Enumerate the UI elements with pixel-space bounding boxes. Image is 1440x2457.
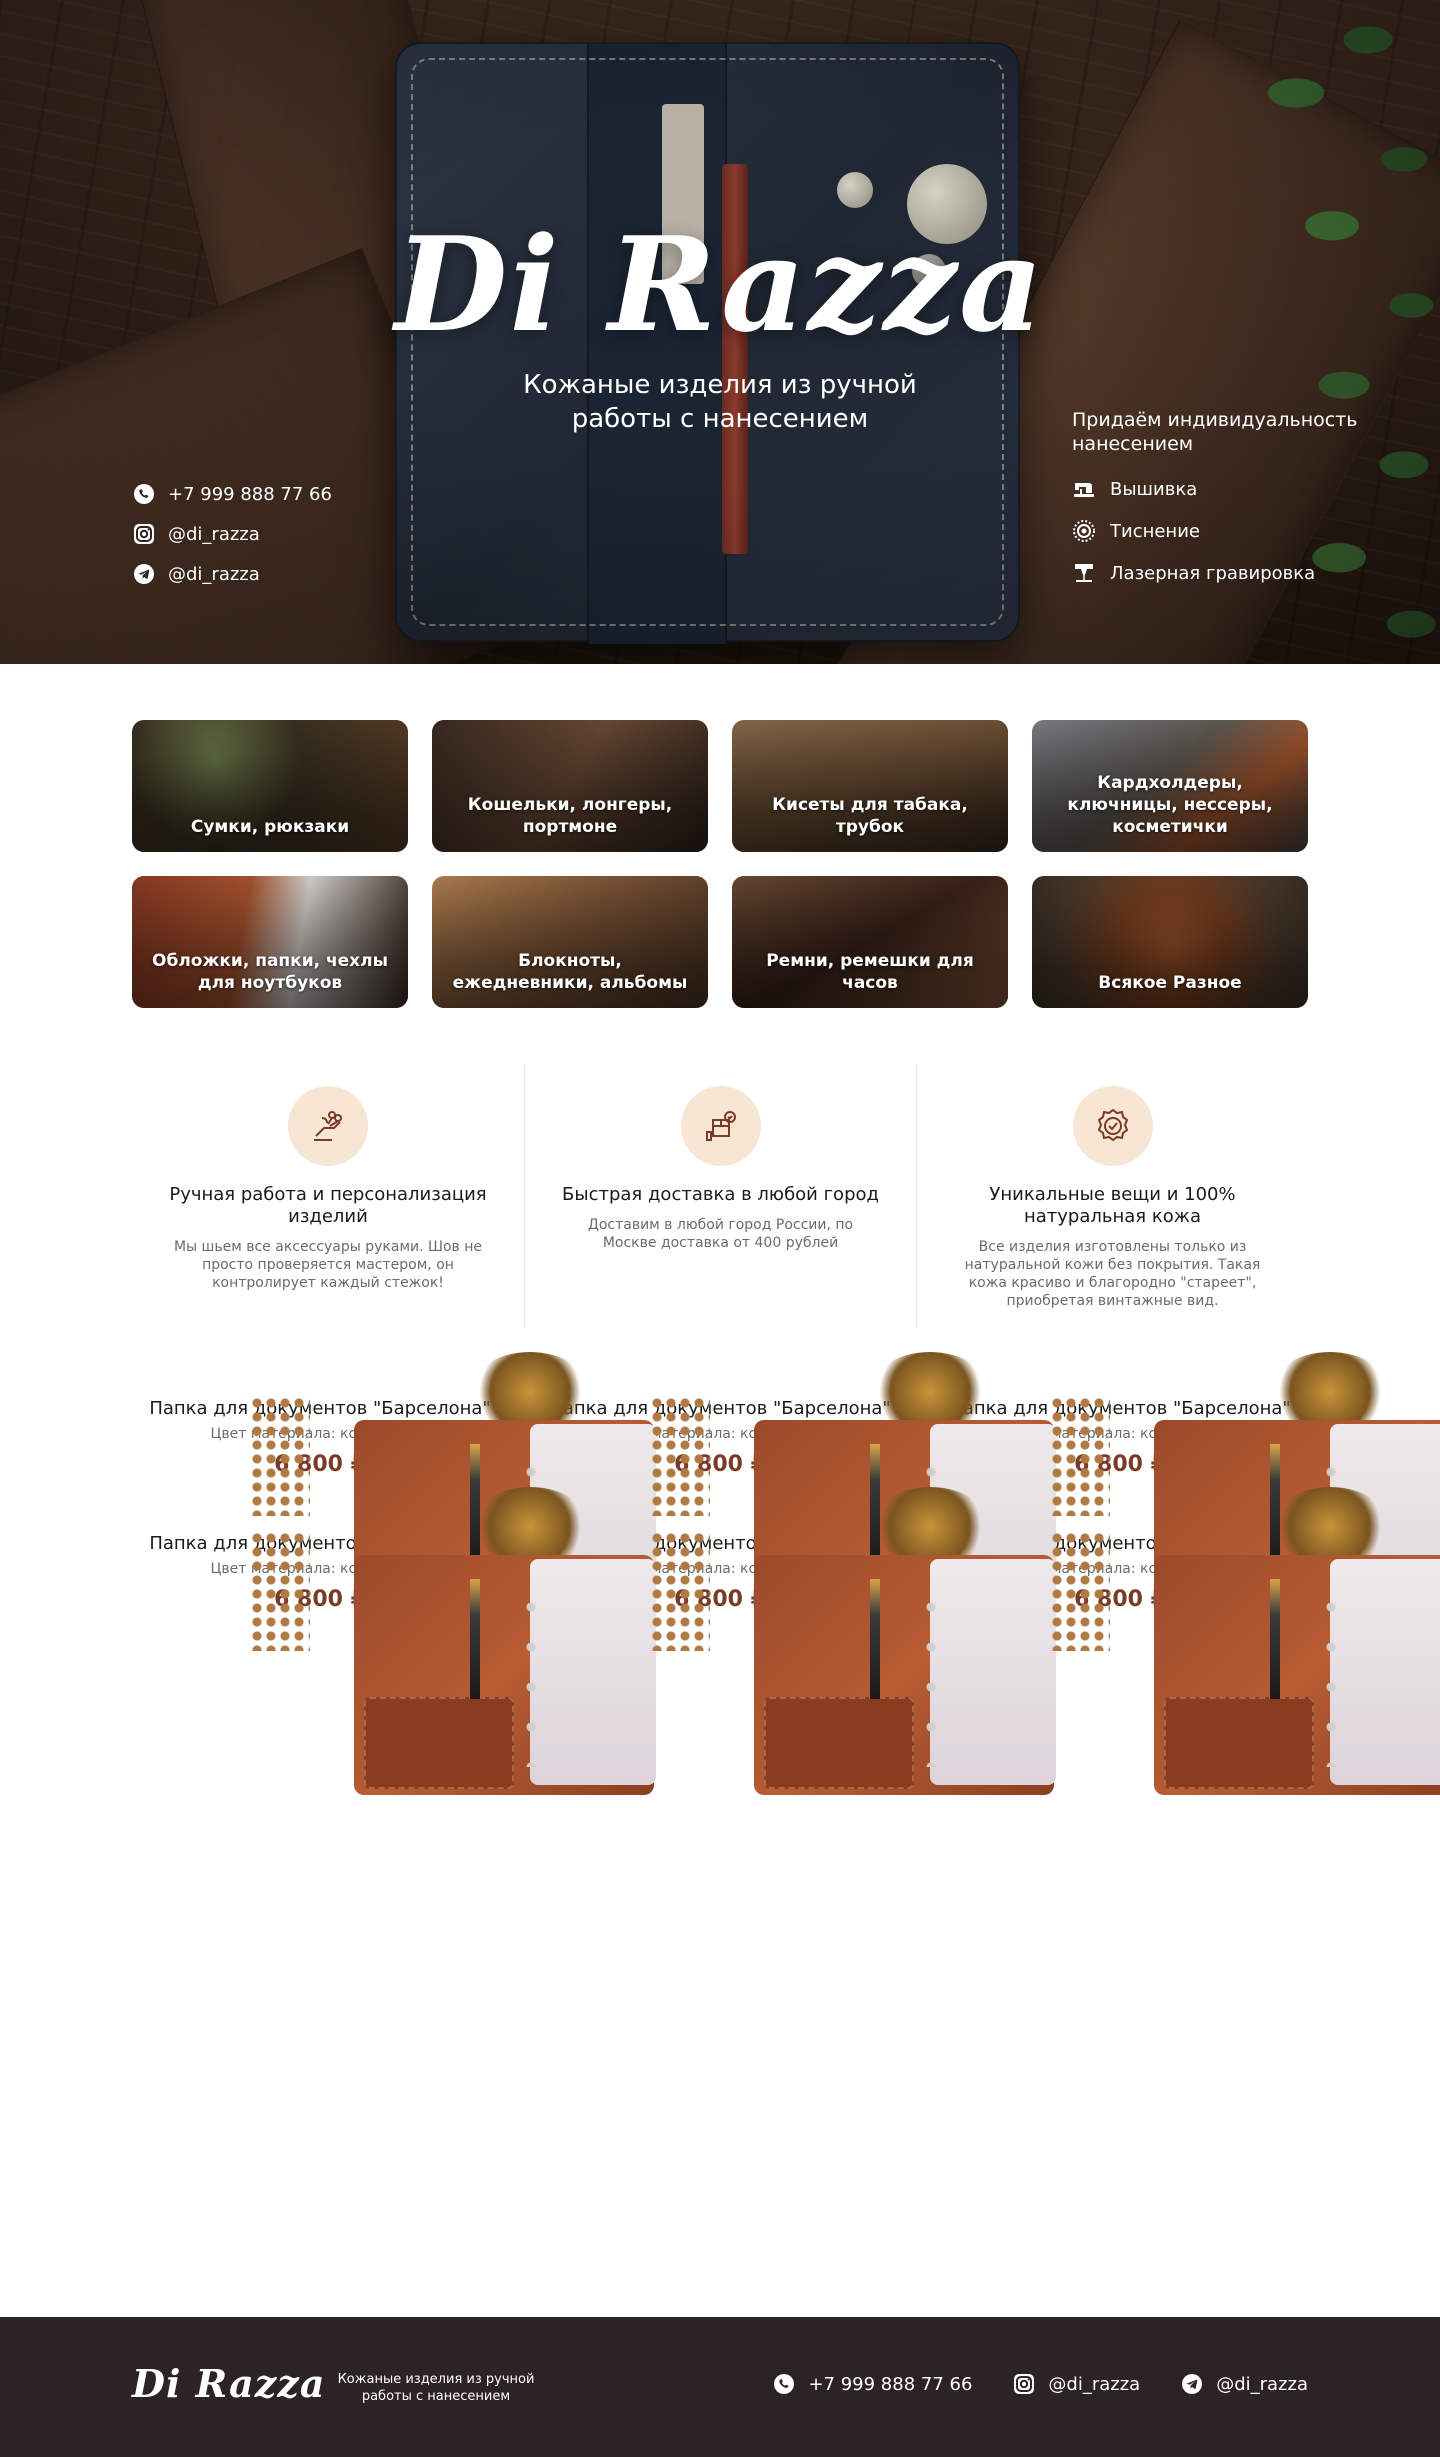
footer: Di Razza Кожаные изделия из ручной работ…	[0, 2317, 1440, 2457]
service-label: Лазерная гравировка	[1110, 562, 1316, 584]
instagram-icon	[132, 522, 156, 546]
category-card-covers[interactable]: Обложки, папки, чехлы для ноутбуков	[132, 876, 408, 1008]
telegram-icon	[132, 562, 156, 586]
service-label: Тиснение	[1110, 520, 1200, 542]
features-section: Ручная работа и персонализация изделий М…	[132, 1064, 1308, 1326]
whatsapp-icon	[132, 482, 156, 506]
hero-services: Придаём индивидуальность нанесением Выши…	[1072, 408, 1372, 594]
telegram-icon	[1180, 2372, 1204, 2396]
instagram-text: @di_razza	[1048, 2373, 1141, 2395]
feature-title: Быстрая доставка в любой город	[562, 1184, 879, 1205]
category-label: Обложки, папки, чехлы для ноутбуков	[152, 951, 388, 993]
footer-telegram-link[interactable]: @di_razza	[1180, 2369, 1308, 2399]
category-label: Всякое Разное	[1098, 973, 1242, 993]
footer-instagram-link[interactable]: @di_razza	[1012, 2369, 1140, 2399]
footer-contacts: +7 999 888 77 66 @di_razza @di_razza	[772, 2369, 1308, 2399]
feature-title: Уникальные вещи и 100% натуральная кожа	[989, 1184, 1236, 1227]
product-card: Папка для документов "Барселона" Цвет ма…	[132, 1352, 656, 1660]
service-embossing: Тиснение	[1072, 510, 1372, 552]
category-label: Сумки, рюкзаки	[190, 817, 350, 837]
telegram-text: @di_razza	[1216, 2373, 1308, 2395]
product-name[interactable]: Папка для документов "Барселона"	[132, 1398, 508, 1420]
instagram-text: @di_razza	[168, 523, 260, 545]
telegram-link[interactable]: @di_razza	[132, 554, 332, 594]
feature-delivery: Быстрая доставка в любой город Доставим …	[524, 1064, 916, 1326]
footer-phone-link[interactable]: +7 999 888 77 66	[772, 2369, 972, 2399]
delivery-box-icon	[680, 1086, 761, 1166]
category-card-bags[interactable]: Сумки, рюкзаки	[132, 720, 408, 852]
category-card-wallets[interactable]: Кошельки, лонгеры, портмоне	[432, 720, 708, 852]
service-embroidery: Вышивка	[1072, 468, 1372, 510]
category-label: Кошельки, лонгеры, портмоне	[467, 795, 673, 837]
hero-banner: Di Razza Кожаные изделия из ручной работ…	[0, 0, 1440, 664]
category-label: Блокноты, ежедневники, альбомы	[452, 951, 688, 993]
category-label: Кардхолдеры, ключницы, нессеры, косметич…	[1067, 773, 1273, 837]
feature-handmade: Ручная работа и персонализация изделий М…	[132, 1064, 524, 1326]
telegram-text: @di_razza	[168, 563, 260, 585]
feature-description: Мы шьем все аксессуары руками. Шов не пр…	[173, 1239, 483, 1291]
service-label: Вышивка	[1110, 478, 1198, 500]
category-card-belts[interactable]: Ремни, ремешки для часов	[732, 876, 1008, 1008]
sewing-machine-icon	[1072, 477, 1096, 501]
footer-tagline: Кожаные изделия из ручной работы с нанес…	[337, 2372, 535, 2404]
handmade-scissors-icon	[288, 1086, 368, 1166]
laser-engraving-icon	[1072, 561, 1096, 585]
feature-description: Доставим в любой город России, по Москве…	[587, 1217, 854, 1251]
category-card-pouches[interactable]: Кисеты для табака, трубок	[732, 720, 1008, 852]
product-grid: Папка для документов "Барселона" Цвет ма…	[132, 1352, 1440, 1795]
instagram-icon	[1012, 2372, 1036, 2396]
feature-description: Все изделия изготовлены только из натура…	[964, 1239, 1261, 1309]
embossing-stamp-icon	[1072, 519, 1096, 543]
feature-quality: Уникальные вещи и 100% натуральная кожа …	[916, 1064, 1308, 1326]
hero-contacts: +7 999 888 77 66 @di_razza @di_razza	[132, 474, 332, 594]
quality-badge-icon	[1072, 1086, 1153, 1166]
product-name[interactable]: Папка для документов "Барселона"	[532, 1398, 908, 1420]
services-heading: Придаём индивидуальность нанесением	[1072, 409, 1358, 455]
feature-title: Ручная работа и персонализация изделий	[169, 1184, 487, 1227]
phone-text: +7 999 888 77 66	[808, 2373, 973, 2395]
instagram-link[interactable]: @di_razza	[132, 514, 332, 554]
category-card-notebooks[interactable]: Блокноты, ежедневники, альбомы	[432, 876, 708, 1008]
category-card-misc[interactable]: Всякое Разное	[1032, 876, 1308, 1008]
phone-link[interactable]: +7 999 888 77 66	[132, 474, 332, 514]
product-name[interactable]: Папка для документов "Барселона"	[932, 1398, 1308, 1420]
footer-brand-logo[interactable]: Di Razza	[132, 2361, 325, 2406]
service-laser: Лазерная гравировка	[1072, 552, 1372, 594]
phone-text: +7 999 888 77 66	[168, 483, 332, 505]
hero-tagline: Кожаные изделия из ручной работы с нанес…	[523, 370, 917, 434]
whatsapp-icon	[772, 2372, 796, 2396]
category-card-cardholders[interactable]: Кардхолдеры, ключницы, нессеры, косметич…	[1032, 720, 1308, 852]
hero-brand-logo: Di Razza	[394, 208, 1046, 361]
category-label: Кисеты для табака, трубок	[772, 795, 968, 837]
category-label: Ремни, ремешки для часов	[766, 951, 974, 993]
category-grid: Сумки, рюкзаки Кошельки, лонгеры, портмо…	[132, 720, 1308, 1008]
